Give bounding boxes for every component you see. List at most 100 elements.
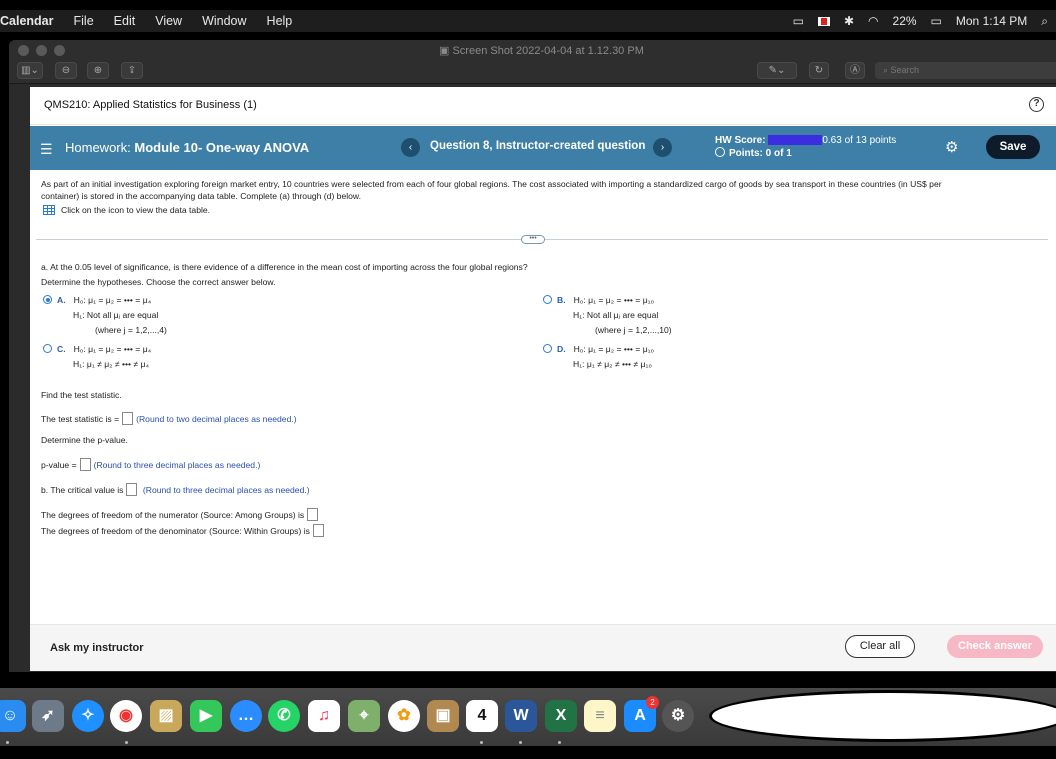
pvalue-row: p-value = (Round to three decimal places …	[41, 458, 260, 471]
window-titlebar: ▣ Screen Shot 2022-04-04 at 1.12.30 PM ▥…	[9, 40, 1056, 84]
minimize-button[interactable]	[36, 45, 47, 56]
option-b[interactable]: B. H₀: μ₁ = μ₂ = ••• = μ₁₀ H₁: Not all μⱼ…	[543, 293, 672, 338]
finder-icon[interactable]: ☺	[0, 700, 26, 732]
battery-percent[interactable]: 22%	[893, 14, 917, 28]
pvalue-input[interactable]	[79, 458, 91, 471]
maps-icon[interactable]: ⌖	[348, 700, 380, 732]
option-b-radio[interactable]	[543, 295, 552, 304]
option-c[interactable]: C. H₀: μ₁ = μ₂ = ••• = μ₄ H₁: μ₁ ≠ μ₂ ≠ •…	[43, 342, 151, 372]
running-indicator	[558, 741, 561, 744]
share-icon[interactable]: ⇪	[121, 62, 143, 79]
expand-more-button[interactable]: •••	[521, 235, 545, 244]
footer-bar: Ask my instructor Clear all Check answer	[30, 624, 1056, 671]
menu-window[interactable]: Window	[202, 14, 246, 28]
chrome-icon[interactable]: ◉	[110, 700, 142, 732]
system-preferences-icon[interactable]: ⚙	[662, 700, 694, 732]
df-numerator-input[interactable]	[307, 508, 319, 521]
critical-value-input[interactable]	[126, 483, 138, 496]
points-circle-icon	[715, 147, 725, 157]
status-area: ▭ ✱ ◠ 22% ▭ Mon 1:14 PM ⌕	[793, 10, 1048, 32]
zoom-button[interactable]	[54, 45, 65, 56]
previous-question-button[interactable]: ‹	[401, 138, 420, 157]
question-label[interactable]: Question 8, Instructor-created question	[430, 140, 645, 152]
data-table-link[interactable]: Click on the icon to view the data table…	[43, 205, 210, 215]
help-icon[interactable]: ?	[1029, 97, 1044, 112]
hw-score: HW Score: 0.63 of 13 points Points: 0 of…	[715, 134, 896, 160]
menu-edit[interactable]: Edit	[114, 14, 136, 28]
test-statistic-input[interactable]	[122, 412, 134, 425]
option-c-key: C.	[57, 344, 66, 354]
option-d[interactable]: D. H₀: μ₁ = μ₂ = ••• = μ₁₀ H₁: μ₁ ≠ μ₂ ≠ …	[543, 342, 654, 372]
settings-gear-icon[interactable]: ⚙	[945, 138, 958, 156]
annotate-icon[interactable]: Ⓐ	[845, 62, 865, 79]
photos-icon[interactable]: ✿	[388, 700, 420, 732]
clear-all-button[interactable]: Clear all	[845, 635, 915, 658]
rotate-icon[interactable]: ↻	[809, 62, 829, 79]
save-button[interactable]: Save	[986, 135, 1040, 159]
zoom-out-icon[interactable]: ⊖	[55, 62, 77, 79]
running-indicator	[6, 741, 9, 744]
intro-line-1: As part of an initial investigation expl…	[41, 179, 942, 189]
preview-icon[interactable]: ▨	[150, 700, 182, 732]
menu-hamburger-icon[interactable]: ☰	[40, 141, 53, 158]
music-icon[interactable]: ♫	[308, 700, 340, 732]
notes-icon[interactable]: ≡	[584, 700, 616, 732]
whatsapp-icon[interactable]: ✆	[268, 700, 300, 732]
option-c-h0: H₀: μ₁ = μ₂ = ••• = μ₄	[73, 344, 152, 354]
zoom-in-icon[interactable]: ⊕	[87, 62, 109, 79]
bluetooth-icon[interactable]: ✱	[844, 14, 854, 28]
intro-line-2: container) is stored in the accompanying…	[41, 190, 362, 201]
sidebar-toggle-icon[interactable]: ▥⌄	[17, 62, 43, 79]
option-b-h1: H₁: Not all μⱼ are equal	[573, 310, 659, 320]
option-c-radio[interactable]	[43, 344, 52, 353]
running-indicator	[480, 741, 483, 744]
messages-icon[interactable]: …	[230, 700, 262, 732]
wifi-icon[interactable]: ◠	[868, 14, 878, 28]
word-icon[interactable]: W	[505, 700, 537, 732]
search-input[interactable]: ⌕ Search	[875, 62, 1056, 79]
input-source-flag-icon[interactable]	[817, 16, 830, 26]
df-denominator-label: The degrees of freedom of the denominato…	[41, 526, 310, 536]
df-denominator-input[interactable]	[312, 524, 324, 537]
next-question-button[interactable]: ›	[653, 138, 672, 157]
contacts-icon[interactable]: ▣	[427, 700, 459, 732]
markup-pen-icon[interactable]: ✎⌄	[757, 62, 797, 79]
score-value: 0.63 of 13 points	[822, 135, 897, 146]
calendar-icon[interactable]: 4	[466, 700, 498, 732]
option-d-h1: H₁: μ₁ ≠ μ₂ ≠ ••• ≠ μ₁₀	[573, 359, 652, 369]
option-b-key: B.	[557, 295, 566, 305]
critical-value-row: b. The critical value is (Round to three…	[41, 483, 310, 496]
df-denominator-row: The degrees of freedom of the denominato…	[41, 524, 327, 537]
excel-icon[interactable]: X	[545, 700, 577, 732]
facetime-icon[interactable]: ▶	[190, 700, 222, 732]
running-indicator	[125, 741, 128, 744]
df-numerator-row: The degrees of freedom of the numerator …	[41, 508, 321, 521]
pvalue-prompt: Determine the p-value.	[41, 435, 128, 445]
close-button[interactable]	[18, 45, 29, 56]
check-answer-button[interactable]: Check answer	[947, 635, 1043, 658]
airplay-icon[interactable]: ▭	[793, 14, 804, 28]
test-statistic-label: The test statistic is =	[41, 414, 120, 424]
option-a-radio[interactable]	[43, 295, 52, 304]
part-a-text: a. At the 0.05 level of significance, is…	[41, 262, 528, 272]
data-table-icon[interactable]	[43, 205, 55, 215]
app-store-badge: 2	[646, 696, 659, 709]
spotlight-search-icon[interactable]: ⌕	[1041, 14, 1048, 29]
menu-view[interactable]: View	[155, 14, 182, 28]
window-title: ▣ Screen Shot 2022-04-04 at 1.12.30 PM	[439, 45, 644, 57]
mylab-page: QMS210: Applied Statistics for Business …	[30, 87, 1056, 671]
homework-prefix: Homework:	[65, 140, 131, 155]
option-d-radio[interactable]	[543, 344, 552, 353]
question-intro: As part of an initial investigation expl…	[41, 179, 1021, 202]
safari-icon[interactable]: ✧	[72, 700, 104, 732]
menu-app-calendar[interactable]: Calendar	[0, 14, 54, 28]
pvalue-label: p-value =	[41, 460, 77, 470]
clock[interactable]: Mon 1:14 PM	[956, 14, 1027, 28]
menu-file[interactable]: File	[74, 14, 94, 28]
launchpad-rocket-icon[interactable]: ➶	[32, 700, 64, 732]
ask-instructor-link[interactable]: Ask my instructor	[50, 642, 144, 654]
test-statistic-row: The test statistic is = (Round to two dec…	[41, 412, 297, 425]
option-a[interactable]: A. H₀: μ₁ = μ₂ = ••• = μ₄ H₁: Not all μⱼ …	[43, 293, 167, 338]
menu-help[interactable]: Help	[267, 14, 293, 28]
option-a-note: (where j = 1,2,...,4)	[95, 325, 167, 335]
